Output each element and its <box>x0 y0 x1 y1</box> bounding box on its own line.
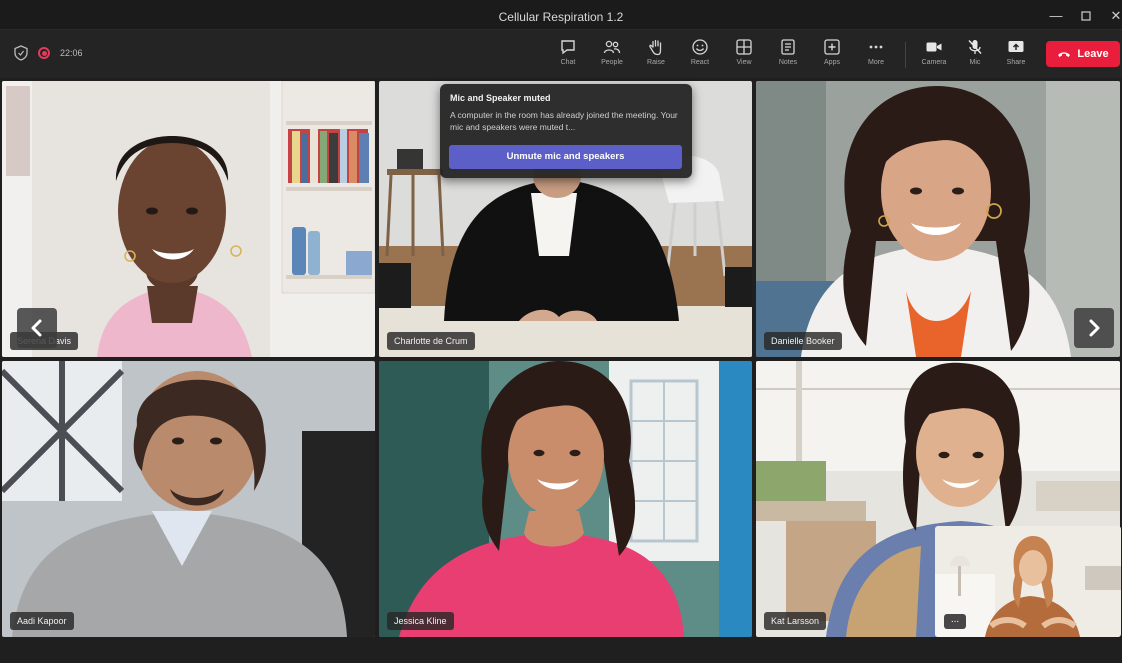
chat-icon <box>561 40 575 55</box>
share-label: Share <box>1006 59 1026 66</box>
popup-body: A computer in the room has already joine… <box>450 110 678 132</box>
video-tile[interactable]: Aadi Kapoor <box>2 361 375 637</box>
video-tile[interactable]: Serena Davis <box>2 81 375 357</box>
title-bar: Cellular Respiration 1.2 — ✕ <box>0 0 1122 30</box>
more-button[interactable]: More <box>856 36 896 72</box>
mic-off-icon <box>968 39 982 55</box>
participant-name: Aadi Kapoor <box>10 612 74 630</box>
notes-button[interactable]: Notes <box>768 36 808 72</box>
participant-name: Danielle Booker <box>764 332 842 350</box>
share-button[interactable]: Share <box>996 36 1036 72</box>
notes-icon <box>781 39 795 55</box>
more-icon <box>869 45 883 49</box>
raise-label: Raise <box>647 59 665 66</box>
hang-up-icon <box>1058 52 1071 57</box>
close-icon[interactable]: ✕ <box>1106 6 1122 26</box>
mic-muted-popup: Mic and Speaker muted A computer in the … <box>440 84 692 178</box>
share-icon <box>1008 41 1024 52</box>
react-button[interactable]: React <box>680 36 720 72</box>
more-label: More <box>868 59 884 66</box>
apps-label: Apps <box>824 59 840 66</box>
window-title: Cellular Respiration 1.2 <box>498 10 624 24</box>
participant-name: Charlotte de Crum <box>387 332 475 350</box>
participant-name: Kat Larsson <box>764 612 827 630</box>
chat-label: Chat <box>560 59 576 66</box>
camera-label: Camera <box>921 59 947 66</box>
shield-icon <box>14 45 28 61</box>
react-label: React <box>690 59 710 66</box>
apps-button[interactable]: Apps <box>812 36 852 72</box>
meeting-status: 22:06 <box>14 45 83 61</box>
meeting-timer: 22:06 <box>60 48 83 58</box>
view-label: View <box>736 59 752 66</box>
previous-page-button[interactable] <box>17 308 57 348</box>
popup-title: Mic and Speaker muted <box>450 93 551 103</box>
self-view-more-button[interactable]: ... <box>944 614 966 629</box>
react-icon <box>692 39 708 55</box>
maximize-icon[interactable] <box>1076 6 1096 26</box>
unmute-button[interactable]: Unmute mic and speakers <box>449 145 682 169</box>
leave-label: Leave <box>1077 48 1109 60</box>
raise-hand-button[interactable]: Raise <box>636 36 676 72</box>
apps-icon <box>824 39 840 55</box>
next-page-button[interactable] <box>1074 308 1114 348</box>
participant-name: Jessica Kline <box>387 612 454 630</box>
video-feed <box>379 361 752 637</box>
video-tile[interactable]: Jessica Kline <box>379 361 752 637</box>
chat-button[interactable]: Chat <box>548 36 588 72</box>
video-feed <box>2 81 375 357</box>
video-tile[interactable]: Danielle Booker <box>756 81 1120 357</box>
chevron-right-icon <box>1089 319 1100 337</box>
video-feed <box>2 361 375 637</box>
raise-hand-icon <box>649 39 662 56</box>
camera-icon <box>926 42 942 52</box>
camera-button[interactable]: Camera <box>914 36 954 72</box>
mic-label: Mic <box>969 59 981 66</box>
notes-label: Notes <box>778 59 798 66</box>
people-label: People <box>601 59 623 66</box>
video-feed <box>756 81 1120 357</box>
minimize-icon[interactable]: — <box>1046 6 1066 26</box>
people-button[interactable]: People <box>592 36 632 72</box>
chevron-left-icon <box>31 319 42 337</box>
meeting-toolbar: 22:06 Chat People Raise React View Notes… <box>0 30 1122 78</box>
people-icon <box>603 40 621 54</box>
view-icon <box>736 39 752 55</box>
view-button[interactable]: View <box>724 36 764 72</box>
toolbar-divider <box>905 42 906 68</box>
mic-button[interactable]: Mic <box>955 36 995 72</box>
recording-icon <box>38 47 50 59</box>
leave-button[interactable]: Leave <box>1046 41 1120 67</box>
